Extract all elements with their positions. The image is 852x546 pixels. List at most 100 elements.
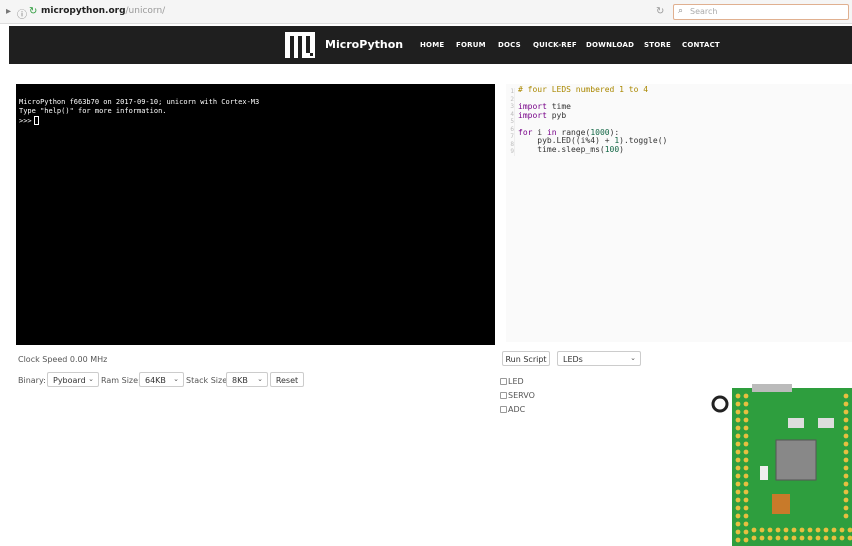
- header-pad: [843, 505, 849, 511]
- header-pad: [743, 473, 749, 479]
- header-pad: [743, 497, 749, 503]
- address-bar[interactable]: micropython.org/unicorn/: [41, 6, 165, 16]
- header-pad: [751, 527, 757, 533]
- header-pad: [743, 401, 749, 407]
- header-pad: [775, 535, 781, 541]
- search-placeholder: Search: [690, 7, 718, 16]
- terminal-prompt: >>>: [19, 117, 32, 125]
- repl-terminal[interactable]: MicroPython f663b70 on 2017-09-10; unico…: [16, 84, 495, 345]
- header-pad: [843, 449, 849, 455]
- header-pad: [743, 505, 749, 511]
- nav-home[interactable]: HOME: [420, 41, 444, 49]
- brand-name[interactable]: MicroPython: [325, 38, 403, 51]
- stack-size-label: Stack Size:: [186, 376, 230, 385]
- line-number: 2: [510, 95, 514, 103]
- header-pad: [843, 513, 849, 519]
- header-pad: [843, 457, 849, 463]
- header-pad: [839, 535, 845, 541]
- nav-docs[interactable]: DOCS: [498, 41, 521, 49]
- ram-size-select[interactable]: 64KB ⌄: [139, 372, 184, 387]
- clock-speed: Clock Speed 0.00 MHz: [18, 355, 108, 364]
- demo-script-value: LEDs: [563, 355, 583, 364]
- line-number: 1: [510, 88, 514, 95]
- led-checkbox[interactable]: LED: [500, 377, 524, 386]
- reset-switch-icon: [711, 395, 729, 413]
- header-pad: [843, 465, 849, 471]
- header-pad: [735, 449, 741, 455]
- code-call: ).toggle(): [619, 136, 668, 145]
- info-icon[interactable]: ⓘ: [17, 6, 27, 21]
- header-pad: [799, 535, 805, 541]
- line-number: 6: [510, 125, 514, 133]
- header-pad: [831, 527, 837, 533]
- switch-button: [788, 418, 804, 428]
- code-keyword: import: [518, 110, 547, 120]
- nav-quick-ref[interactable]: QUICK-REF: [533, 41, 577, 49]
- header-pad: [735, 441, 741, 447]
- header-pad: [735, 393, 741, 399]
- ram-size-label: Ram Size:: [101, 376, 141, 385]
- header-pad: [735, 457, 741, 463]
- header-pad: [843, 489, 849, 495]
- adc-checkbox[interactable]: ADC: [500, 405, 525, 414]
- url-path: /unicorn/: [125, 6, 166, 16]
- header-pad: [791, 535, 797, 541]
- header-pad: [743, 521, 749, 527]
- ram-size-value: 64KB: [145, 376, 166, 385]
- nav-download[interactable]: DOWNLOAD: [586, 41, 634, 49]
- header-pad: [807, 535, 813, 541]
- header-pad: [743, 457, 749, 463]
- board-label: [760, 466, 768, 480]
- reset-button[interactable]: Reset: [270, 372, 304, 387]
- terminal-cursor: [33, 116, 39, 125]
- nav-forum[interactable]: FORUM: [456, 41, 486, 49]
- demo-script-select[interactable]: LEDs ⌄: [557, 351, 641, 366]
- chevron-down-icon: ⌄: [173, 375, 179, 383]
- checkbox-label: ADC: [508, 405, 526, 414]
- search-input[interactable]: ⌕ Search: [673, 4, 849, 20]
- code-module: pyb: [551, 110, 567, 120]
- search-icon: ⌕: [678, 6, 684, 16]
- header-pad: [735, 425, 741, 431]
- nav-store[interactable]: STORE: [644, 41, 671, 49]
- usb-connector: [752, 384, 792, 392]
- stack-size-select[interactable]: 8KB ⌄: [226, 372, 268, 387]
- header-pad: [735, 513, 741, 519]
- header-pad: [843, 393, 849, 399]
- checkbox-label: LED: [508, 377, 524, 386]
- sidebar-icon[interactable]: ▸: [6, 6, 11, 17]
- checkbox-box: [500, 392, 507, 399]
- line-number: 3: [510, 103, 514, 110]
- header-pad: [735, 505, 741, 511]
- line-number: 8: [510, 140, 514, 148]
- header-pad: [759, 535, 765, 541]
- run-script-button[interactable]: Run Script: [502, 351, 550, 366]
- capacitor: [772, 494, 790, 514]
- reload-icon[interactable]: ↻: [656, 6, 664, 17]
- header-pad: [843, 481, 849, 487]
- header-pad: [735, 465, 741, 471]
- header-pad: [799, 527, 805, 533]
- chevron-down-icon: ⌄: [630, 354, 636, 362]
- code-content[interactable]: # four LEDS numbered 1 to 4 import time …: [518, 85, 668, 154]
- line-number-gutter: 1 2 3 4 5 6 7 8 9: [506, 88, 515, 156]
- code-call: time.sleep_ms(: [537, 144, 605, 154]
- switch-button: [818, 418, 834, 428]
- binary-select[interactable]: Pyboard ⌄: [47, 372, 99, 387]
- header-pad: [743, 393, 749, 399]
- code-editor[interactable]: 1 2 3 4 5 6 7 8 9 # four LEDS numbered 1…: [506, 84, 852, 342]
- checkbox-box: [500, 378, 507, 385]
- terminal-line: MicroPython f663b70 on 2017-09-10; unico…: [19, 98, 260, 106]
- line-number: 7: [510, 133, 514, 140]
- header-pad: [775, 527, 781, 533]
- servo-checkbox[interactable]: SERVO: [500, 391, 535, 400]
- micropython-logo-icon[interactable]: [285, 32, 317, 58]
- tracking-icon[interactable]: ↻: [29, 6, 37, 17]
- header-pad: [743, 529, 749, 535]
- header-pad: [751, 535, 757, 541]
- header-pad: [843, 417, 849, 423]
- nav-contact[interactable]: CONTACT: [682, 41, 720, 49]
- header-pad: [843, 425, 849, 431]
- binary-value: Pyboard: [53, 376, 86, 385]
- header-pad: [743, 465, 749, 471]
